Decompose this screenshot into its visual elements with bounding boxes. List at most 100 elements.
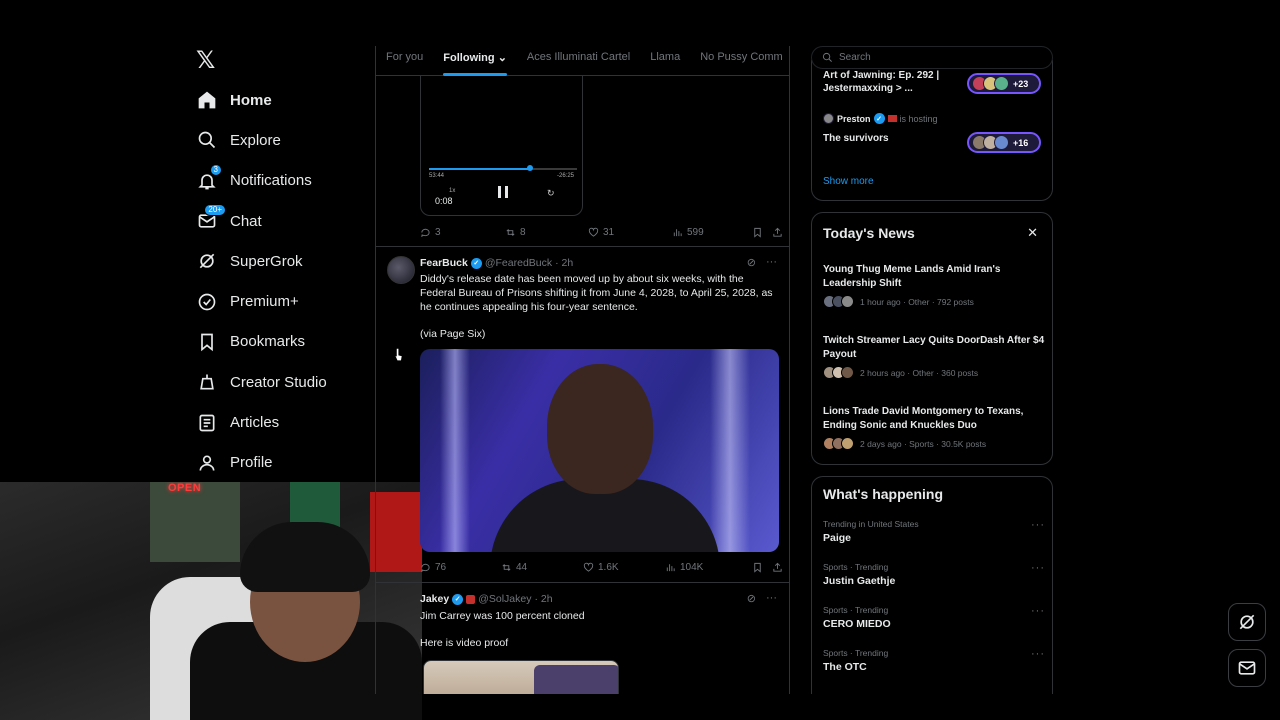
nav-item-home[interactable]: Home	[196, 80, 366, 120]
views-button[interactable]: 104K	[665, 562, 752, 573]
space-listeners-pill[interactable]: +23	[967, 73, 1041, 94]
author-name[interactable]: FearBuck	[420, 257, 468, 269]
news-item[interactable]: Twitch Streamer Lacy Quits DoorDash Afte…	[823, 334, 1045, 379]
more-icon[interactable]: ···	[1031, 519, 1045, 531]
more-icon[interactable]: ···	[766, 256, 777, 269]
news-meta: 2 hours ago · Other · 360 posts	[823, 366, 1045, 379]
more-icon[interactable]: ···	[766, 592, 777, 605]
more-icon[interactable]: ···	[1031, 562, 1045, 574]
media-elapsed: 53:44	[429, 173, 445, 179]
nav-label-creator-studio: Creator Studio	[230, 373, 327, 391]
nav-label-bookmarks: Bookmarks	[230, 333, 306, 351]
author-handle[interactable]: @SolJakey	[478, 593, 531, 605]
search-icon	[196, 129, 218, 151]
avatar[interactable]	[387, 256, 415, 284]
tweet-tools: ⊘ ···	[747, 256, 777, 269]
repost-count: 8	[520, 226, 526, 238]
tab-no-pussy-comm[interactable]: No Pussy Comm	[690, 46, 789, 76]
news-meta: 1 hour ago · Other · 792 posts	[823, 295, 1045, 308]
trend-item[interactable]: Sports · Trending Justin Gaethje ···	[823, 562, 1045, 587]
media-position: 0:08	[435, 196, 453, 206]
news-item[interactable]: Lions Trade David Montgomery to Texans, …	[823, 405, 1045, 450]
tab-aces-illuminati-cartel[interactable]: Aces Illuminati Cartel	[517, 46, 640, 76]
media-progress-handle[interactable]	[526, 165, 533, 171]
space-host: Preston ✓ is hosting	[823, 113, 938, 124]
tweet-image[interactable]	[420, 349, 779, 552]
primary-nav: Home Explore 3 Notifications 20+ Chat Su…	[196, 80, 366, 483]
nav-item-notifications[interactable]: 3 Notifications	[196, 161, 366, 201]
grok-float-button[interactable]	[1228, 603, 1266, 641]
spaces-card: Art of Jawning: Ep. 292 | Jestermaxxing …	[811, 60, 1053, 201]
tweet-time[interactable]: · 2h	[534, 593, 552, 605]
tweet-header: FearBuck ✓ @FearedBuck · 2h	[420, 257, 573, 269]
share-button[interactable]	[772, 227, 783, 238]
media-remaining: -26:25	[556, 173, 574, 179]
trend-item[interactable]: Trending in United States Paige ···	[823, 519, 1045, 544]
image-stage-light	[440, 349, 470, 552]
more-icon[interactable]: ···	[1031, 648, 1045, 660]
tweet-time[interactable]: · 2h	[555, 257, 573, 269]
image-stage-light	[710, 349, 750, 552]
nav-item-premium[interactable]: Premium+	[196, 281, 366, 321]
nav-item-profile[interactable]: Profile	[196, 443, 366, 483]
nav-item-articles[interactable]: Articles	[196, 402, 366, 442]
repost-button[interactable]: 8	[505, 227, 588, 238]
webcam-person-hat	[240, 522, 370, 592]
bookmark-button[interactable]	[752, 562, 772, 573]
show-more-link[interactable]: Show more	[823, 176, 874, 187]
close-icon[interactable]: ✕	[1027, 225, 1038, 241]
nav-item-chat[interactable]: 20+ Chat	[196, 201, 366, 241]
host-name[interactable]: Preston	[837, 114, 871, 124]
bookmark-icon	[754, 562, 761, 573]
grok-icon[interactable]: ⊘	[747, 592, 756, 605]
tab-llama[interactable]: Llama	[640, 46, 690, 76]
x-logo-icon[interactable]: 𝕏	[196, 46, 220, 74]
news-avatars	[823, 366, 854, 379]
view-count: 599	[687, 226, 704, 238]
more-icon[interactable]: ···	[1031, 605, 1045, 617]
space-title[interactable]: The survivors	[823, 132, 963, 145]
skip-forward-icon[interactable]: ↻	[547, 188, 555, 199]
grok-icon[interactable]: ⊘	[747, 256, 756, 269]
share-button[interactable]	[772, 562, 783, 573]
tab-following-label: Following	[443, 52, 495, 64]
reply-icon	[421, 228, 430, 237]
listener-count: +23	[1013, 78, 1029, 89]
trend-item[interactable]: Sports · Trending The OTC ···	[823, 648, 1045, 673]
views-button[interactable]: 599	[672, 227, 752, 238]
repost-button[interactable]: 44	[501, 562, 583, 573]
media-progress-fill	[429, 168, 530, 170]
media-speed[interactable]: 1x	[449, 188, 455, 194]
home-icon	[196, 89, 218, 111]
tweet-video-thumbnail[interactable]	[423, 660, 619, 694]
host-avatar	[823, 113, 834, 124]
like-button[interactable]: 31	[588, 227, 672, 238]
media-progress-track[interactable]	[429, 165, 577, 171]
messages-float-button[interactable]	[1228, 649, 1266, 687]
tab-for-you[interactable]: For you	[376, 46, 433, 76]
reply-button[interactable]: 76	[420, 562, 501, 573]
search-input[interactable]: Search	[811, 46, 1053, 69]
tweet-text: Diddy's release date has been moved up b…	[420, 273, 773, 313]
pause-icon[interactable]	[497, 186, 509, 198]
bookmark-button[interactable]	[752, 227, 772, 238]
reply-button[interactable]: 3	[420, 227, 505, 238]
news-item[interactable]: Young Thug Meme Lands Amid Iran's Leader…	[823, 263, 1045, 308]
like-button[interactable]: 1.6K	[583, 562, 665, 573]
audio-media-card[interactable]: 53:44 -26:25 1x 0:08 ↻	[420, 76, 583, 216]
nav-item-creator-studio[interactable]: Creator Studio	[196, 362, 366, 402]
nav-item-bookmarks[interactable]: Bookmarks	[196, 322, 366, 362]
author-handle[interactable]: @FearedBuck	[485, 257, 552, 269]
tweet-source: (via Page Six)	[420, 328, 486, 340]
tab-following[interactable]: Following ⌄	[433, 46, 517, 76]
nav-item-supergrok[interactable]: SuperGrok	[196, 241, 366, 281]
nav-item-explore[interactable]: Explore	[196, 120, 366, 160]
news-title: Twitch Streamer Lacy Quits DoorDash Afte…	[823, 335, 1045, 360]
nav-label-chat: Chat	[230, 212, 262, 230]
tweet1-actions: 76 44 1.6K 104K	[420, 559, 785, 575]
space-title[interactable]: Art of Jawning: Ep. 292 | Jestermaxxing …	[823, 69, 963, 95]
space-listeners-pill[interactable]: +16	[967, 132, 1041, 153]
author-name[interactable]: Jakey	[420, 593, 449, 605]
news-avatars	[823, 295, 854, 308]
trend-item[interactable]: Sports · Trending CERO MIEDO ···	[823, 605, 1045, 630]
